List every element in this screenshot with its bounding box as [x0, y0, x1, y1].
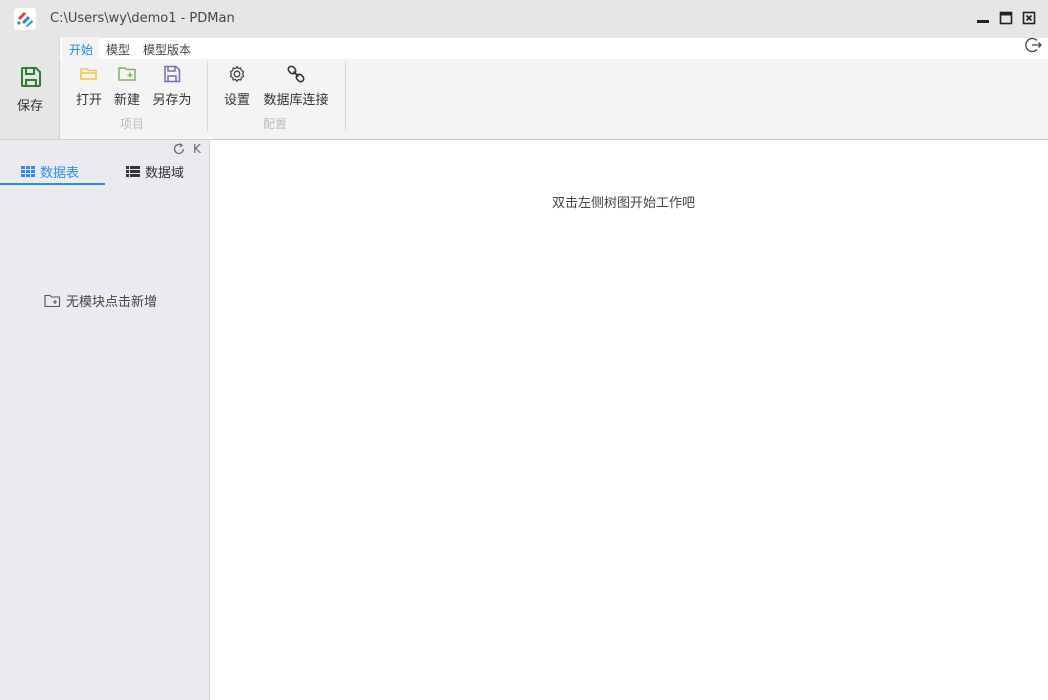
close-icon[interactable] [1022, 11, 1036, 25]
tab-model[interactable]: 模型 [99, 37, 136, 59]
tab-model-version[interactable]: 模型版本 [136, 37, 197, 59]
ribbon-divider [345, 61, 346, 131]
db-connection-label: 数据库连接 [263, 93, 329, 108]
save-icon [21, 67, 41, 87]
folder-open-icon [80, 68, 97, 80]
save-as-icon [164, 65, 181, 83]
left-panel: K 数据表 数据域 无模块点击新增 [0, 140, 210, 700]
workspace-hint: 双击左侧树图开始工作吧 [552, 196, 696, 211]
ribbon-divider [207, 61, 208, 131]
save-as-label: 另存为 [152, 93, 192, 108]
window-title: C:\Users\wy\demo1 - PDMan [50, 11, 235, 26]
tab-data-domains[interactable]: 数据域 [105, 158, 210, 185]
folder-add-icon [44, 294, 61, 307]
save-button[interactable]: 保存 [0, 38, 60, 139]
tab-data-tables[interactable]: 数据表 [0, 158, 105, 185]
title-bar: C:\Users\wy\demo1 - PDMan [0, 0, 1048, 38]
ribbon-toolbar: 保存 打开 新建 另存为 项目 设置 数据库连接 配置 [0, 38, 1048, 140]
settings-label: 设置 [223, 93, 250, 108]
refresh-icon[interactable] [172, 142, 186, 156]
group-label-config: 配置 [263, 117, 288, 131]
pdman-logo-icon [14, 8, 36, 30]
save-as-button[interactable]: 另存为 [148, 64, 196, 108]
list-icon [126, 166, 140, 177]
tab-start[interactable]: 开始 [62, 37, 100, 59]
open-label: 打开 [75, 93, 102, 108]
save-label: 保存 [16, 99, 43, 114]
settings-button[interactable]: 设置 [220, 64, 254, 108]
new-button[interactable]: 新建 [110, 64, 144, 108]
link-icon [287, 65, 305, 83]
maximize-icon[interactable] [999, 11, 1013, 25]
tab-data-domains-label: 数据域 [145, 166, 185, 181]
group-label-project: 项目 [120, 117, 145, 131]
folder-add-icon [118, 67, 136, 81]
new-label: 新建 [113, 93, 140, 108]
add-module-link[interactable]: 无模块点击新增 [44, 291, 157, 310]
ribbon-tab-bar: 开始 模型 模型版本 [62, 37, 197, 59]
logout-icon[interactable] [1025, 36, 1043, 54]
main-workspace: 双击左侧树图开始工作吧 [211, 140, 1048, 700]
tab-data-tables-label: 数据表 [40, 166, 80, 181]
minimize-icon[interactable] [976, 11, 990, 25]
db-connection-button[interactable]: 数据库连接 [258, 64, 334, 108]
empty-module-text: 无模块点击新增 [66, 295, 158, 310]
open-button[interactable]: 打开 [72, 64, 106, 108]
grid-icon [21, 166, 35, 177]
collapse-panel-icon[interactable]: K [193, 142, 201, 156]
gear-icon [229, 65, 245, 83]
